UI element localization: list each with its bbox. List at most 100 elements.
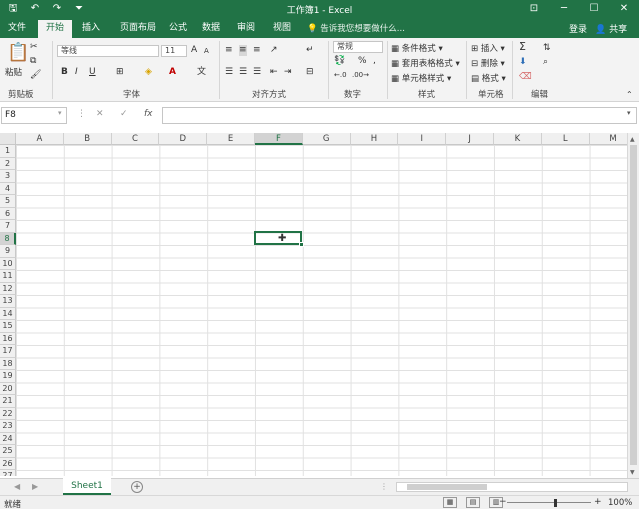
horizontal-scrollbar[interactable] [396,482,628,492]
formula-input[interactable] [162,107,637,124]
normal-view-icon[interactable]: ▦ [443,497,457,508]
font-color-icon[interactable]: A [169,67,176,78]
scroll-down-icon[interactable]: ▼ [630,469,635,476]
orientation-icon[interactable]: ↗ [270,45,278,56]
format-cells-button[interactable]: ▤ 格式 ▾ [471,72,506,84]
tab-file[interactable]: 文件 [2,21,32,38]
tab-home[interactable]: 开始 [38,20,72,38]
tab-formulas[interactable]: 公式 [162,21,194,38]
collapse-ribbon-icon[interactable]: ⌃ [626,89,633,100]
column-header-l[interactable]: L [541,133,590,145]
insert-cells-button[interactable]: ⊞ 插入 ▾ [471,42,505,54]
scroll-up-icon[interactable]: ▲ [630,136,635,143]
column-header-d[interactable]: D [159,133,208,145]
row-header-18[interactable]: 18 [0,357,16,370]
copy-icon[interactable]: ⧉ [30,56,36,67]
align-top-icon[interactable]: ≡ [225,45,233,56]
cancel-entry-button[interactable]: ✕ [96,109,104,119]
row-header-22[interactable]: 22 [0,407,16,420]
row-header-16[interactable]: 16 [0,332,16,345]
row-header-25[interactable]: 25 [0,445,16,458]
zoom-slider-knob[interactable] [554,499,557,507]
format-as-table-button[interactable]: ▦ 套用表格格式 ▾ [391,57,460,69]
bold-button[interactable]: B [61,67,68,78]
increase-decimal-icon[interactable]: ←.0 [334,70,347,81]
column-header-m[interactable]: M [589,133,627,145]
name-box-dropdown-icon[interactable]: ▾ [58,109,62,117]
sheet-tab-sheet1[interactable]: Sheet1 [63,478,111,495]
comma-button[interactable]: , [373,56,376,67]
select-all-corner[interactable] [0,133,16,145]
row-header-15[interactable]: 15 [0,320,16,333]
conditional-format-button[interactable]: ▦ 条件格式 ▾ [391,42,443,54]
delete-cells-button[interactable]: ⊟ 删除 ▾ [471,57,505,69]
tab-view[interactable]: 视图 [266,21,298,38]
zoom-in-button[interactable]: + [594,497,602,507]
find-select-icon[interactable]: ⌕ [543,57,548,68]
font-size-select[interactable]: 11 [161,45,187,57]
merge-center-icon[interactable]: ⊟ [306,67,314,78]
row-header-19[interactable]: 19 [0,370,16,383]
zoom-out-button[interactable]: − [499,497,507,507]
cell-styles-button[interactable]: ▦ 单元格样式 ▾ [391,72,451,84]
column-header-i[interactable]: I [398,133,447,145]
row-header-14[interactable]: 14 [0,307,16,320]
percent-button[interactable]: % [358,56,367,67]
align-left-icon[interactable]: ☰ [225,67,233,78]
row-header-6[interactable]: 6 [0,207,16,220]
sort-filter-icon[interactable]: ⇅ [543,43,551,54]
align-center-icon[interactable]: ☰ [239,67,247,78]
italic-button[interactable]: I [75,67,78,78]
column-header-g[interactable]: G [302,133,351,145]
confirm-entry-button[interactable]: ✓ [120,109,128,119]
row-header-5[interactable]: 5 [0,195,16,208]
fill-icon[interactable]: ⬇ [519,57,527,68]
tab-split-grip-icon[interactable]: ⋮ [380,482,388,491]
column-header-a[interactable]: A [16,133,64,145]
row-header-3[interactable]: 3 [0,170,16,183]
row-header-17[interactable]: 17 [0,345,16,358]
ribbon-display-icon[interactable]: ⊡ [519,0,549,18]
row-header-12[interactable]: 12 [0,282,16,295]
clear-icon[interactable]: ⌫ [519,72,532,83]
column-header-k[interactable]: K [494,133,542,145]
row-header-10[interactable]: 10 [0,257,16,270]
row-header-20[interactable]: 20 [0,382,16,395]
paste-icon[interactable]: 📋 [7,44,29,62]
column-header-e[interactable]: E [207,133,255,145]
zoom-slider[interactable] [507,502,591,503]
row-header-27[interactable]: 27 [0,470,16,476]
share-button[interactable]: 👤 共享 [595,22,627,35]
tab-page-layout[interactable]: 页面布局 [112,21,164,38]
row-header-21[interactable]: 21 [0,395,16,408]
underline-button[interactable]: U [89,67,96,78]
wrap-text-icon[interactable]: ↵ [306,45,314,56]
column-header-h[interactable]: H [350,133,399,145]
prev-sheet-icon[interactable]: ◀ [14,482,20,491]
next-sheet-icon[interactable]: ▶ [32,482,38,491]
font-shrink-icon[interactable]: A [204,46,209,57]
font-name-select[interactable]: 等线 [57,45,159,57]
autosum-button[interactable]: Σ [519,41,526,52]
expand-formula-bar-icon[interactable]: ▾ [627,109,631,117]
tab-data[interactable]: 数据 [195,21,227,38]
fill-color-icon[interactable]: ◈ [145,67,152,78]
tab-insert[interactable]: 插入 [75,21,107,38]
row-header-9[interactable]: 9 [0,245,16,258]
close-button[interactable]: ✕ [609,0,639,18]
paste-label[interactable]: 粘贴 [5,66,22,78]
phonetic-icon[interactable]: 文 [197,67,206,78]
row-header-2[interactable]: 2 [0,157,16,170]
fill-handle[interactable] [299,242,304,247]
row-header-1[interactable]: 1 [0,145,16,158]
decrease-decimal-icon[interactable]: .00→ [352,70,369,81]
border-icon[interactable]: ⊞ [116,67,124,78]
align-middle-icon[interactable]: ≡ [239,45,247,56]
page-layout-view-icon[interactable]: ▤ [466,497,480,508]
align-bottom-icon[interactable]: ≡ [253,45,261,56]
row-header-7[interactable]: 7 [0,220,16,233]
decrease-indent-icon[interactable]: ⇤ [270,67,278,78]
row-header-26[interactable]: 26 [0,457,16,470]
row-header-13[interactable]: 13 [0,295,16,308]
column-header-c[interactable]: C [111,133,160,145]
